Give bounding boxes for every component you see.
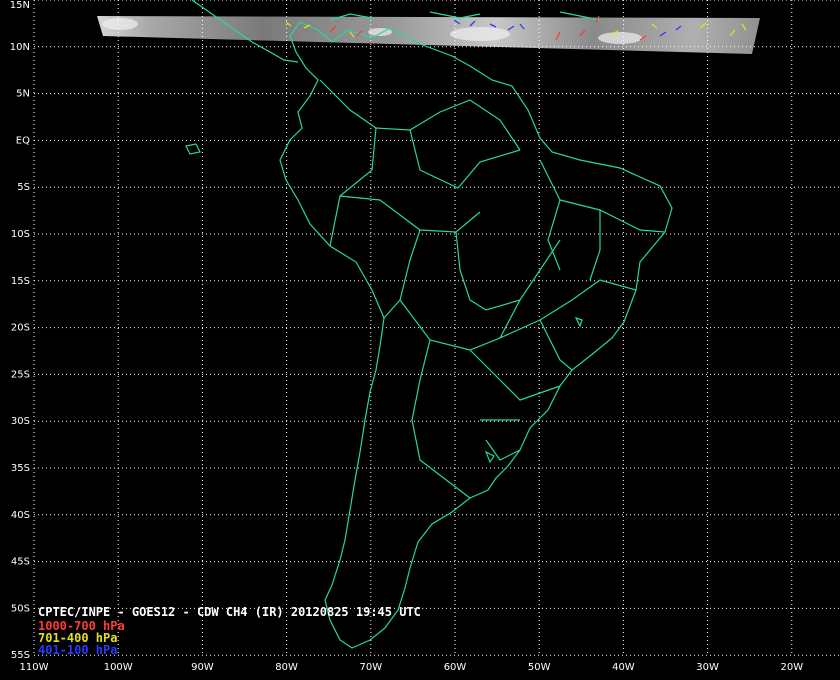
latitude-label: 40S bbox=[11, 510, 30, 521]
latitude-label: 5S bbox=[17, 182, 30, 193]
longitude-label: 60W bbox=[444, 662, 467, 673]
latitude-label: 20S bbox=[11, 323, 30, 334]
longitude-label: 50W bbox=[528, 662, 551, 673]
latitude-label: 30S bbox=[11, 416, 30, 427]
latitude-label: 15N bbox=[10, 0, 30, 11]
longitude-label: 70W bbox=[359, 662, 382, 673]
latitude-label: 35S bbox=[11, 463, 30, 474]
latitude-label: 45S bbox=[11, 557, 30, 568]
latitude-label: 10N bbox=[10, 42, 30, 53]
longitude-label: 40W bbox=[612, 662, 635, 673]
longitude-label: 100W bbox=[104, 662, 133, 673]
latitude-label: 5N bbox=[16, 89, 30, 100]
latitude-label: 50S bbox=[11, 603, 30, 614]
latitude-label: 10S bbox=[11, 229, 30, 240]
latitude-label: EQ bbox=[16, 135, 30, 146]
longitude-label: 80W bbox=[275, 662, 298, 673]
product-title: CPTEC/INPE - GOES12 - CDW CH4 (IR) 20120… bbox=[38, 605, 421, 619]
satellite-wind-map: 15N 10N 5N EQ 5S 10S 15S 20S 25S 30S 35S 40S 45S 50S 5… bbox=[0, 0, 840, 680]
longitude-label: 20W bbox=[780, 662, 803, 673]
longitude-label: 90W bbox=[191, 662, 214, 673]
latitude-label: 15S bbox=[11, 276, 30, 287]
longitude-label: 110W bbox=[20, 662, 49, 673]
longitude-label: 30W bbox=[696, 662, 719, 673]
map-background bbox=[0, 0, 840, 680]
latitude-label: 55S bbox=[11, 650, 30, 661]
legend-upper-level: 401-100 hPa bbox=[38, 643, 117, 657]
latitude-label: 25S bbox=[11, 369, 30, 380]
